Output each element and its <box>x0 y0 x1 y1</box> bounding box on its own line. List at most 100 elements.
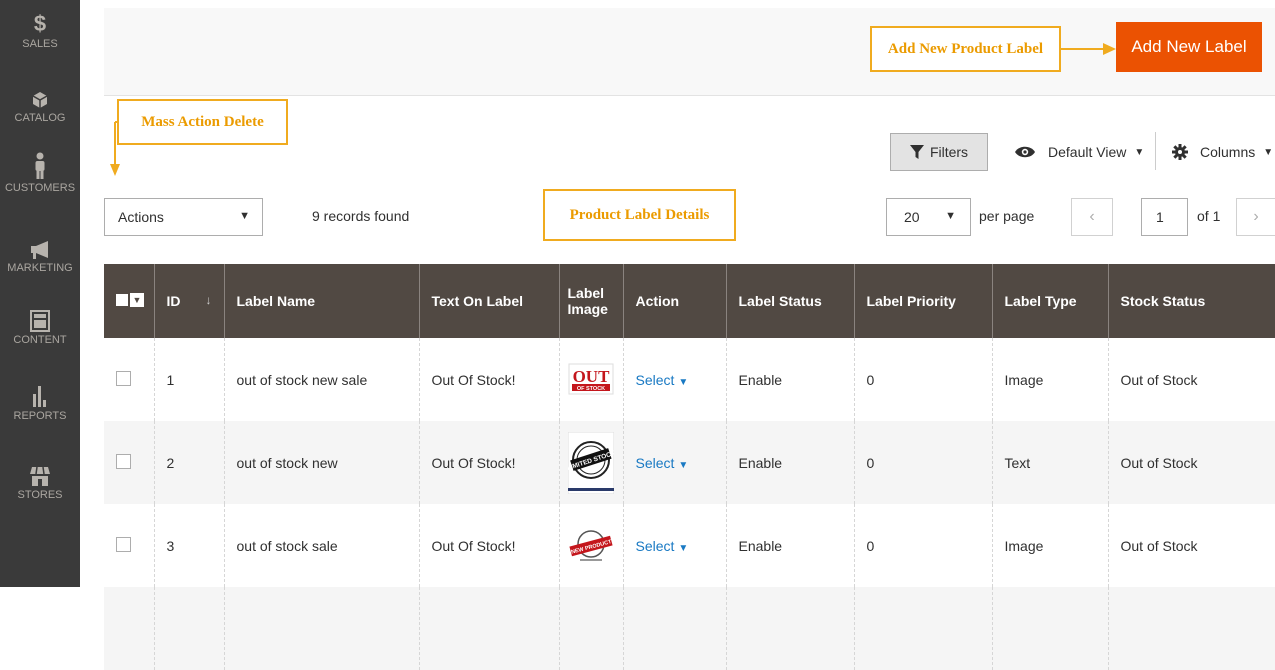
sort-arrow-icon: ↓ <box>205 293 212 307</box>
nav-label: CATALOG <box>14 112 66 124</box>
grid-header-row: ▼ ID ↓ Label Name Text On Label Label Im… <box>104 264 1275 338</box>
cell-stock-status: Out of Stock <box>1107 504 1275 587</box>
chevron-down-icon: ▼ <box>239 210 250 222</box>
cell-label-image: LIMITED STOCK <box>558 421 623 504</box>
action-label: Select <box>635 537 675 554</box>
row-action-select[interactable]: Select ▼ <box>636 455 689 471</box>
cell-label-name: out of stock new sale <box>223 338 419 421</box>
callout-arrow-right <box>1061 43 1116 55</box>
nav-item-marketing[interactable]: MARKETING <box>0 240 80 274</box>
column-header-stock-status[interactable]: Stock Status <box>1107 264 1275 338</box>
action-label: Select <box>635 454 675 471</box>
cell-stock-status: Out of Stock <box>1107 338 1275 421</box>
table-row: 1 out of stock new sale Out Of Stock! OU… <box>104 338 1275 421</box>
mass-select-checkbox[interactable]: ▼ <box>116 293 144 307</box>
row-checkbox[interactable] <box>116 536 131 552</box>
view-label: Default View <box>1048 144 1127 160</box>
cell-id: 1 <box>153 338 224 421</box>
table-row: 2 out of stock new Out Of Stock! LIMITED… <box>104 421 1275 504</box>
cell-label-status: Enable <box>725 421 854 504</box>
actions-value: Actions <box>118 209 164 225</box>
eye-icon <box>1015 146 1035 158</box>
cell-text-on-label: Out Of Stock! <box>418 504 559 587</box>
product-labels-grid: ▼ ID ↓ Label Name Text On Label Label Im… <box>104 264 1275 670</box>
column-header-label-status[interactable]: Label Status <box>725 264 854 338</box>
label-image-thumbnail: LIMITED STOCK <box>567 431 614 494</box>
records-count: 9 records found <box>312 208 410 224</box>
cell-label-image: OUT OF STOCK <box>558 338 623 421</box>
cell-text-on-label: Out Of Stock! <box>418 338 559 421</box>
megaphone-icon <box>31 241 48 259</box>
chevron-down-icon: ▼ <box>1134 146 1145 158</box>
cell-label-priority: 0 <box>853 504 992 587</box>
nav-item-reports[interactable]: REPORTS <box>0 384 80 422</box>
cell-action[interactable]: Select ▼ <box>622 504 726 587</box>
per-page-value: 20 <box>904 209 920 225</box>
cell-label-status: Enable <box>725 504 854 587</box>
admin-sidebar: $ SALES CATALOG CUSTOMERS MARKETING CONT… <box>0 0 80 587</box>
row-select-cell <box>104 504 154 587</box>
page-number-input[interactable]: 1 <box>1141 198 1188 236</box>
chevron-down-icon: ▼ <box>678 542 689 554</box>
row-select-cell <box>104 338 154 421</box>
row-action-select[interactable]: Select ▼ <box>636 372 689 388</box>
cell-label-type: Text <box>991 421 1108 504</box>
row-checkbox[interactable] <box>116 453 131 469</box>
filters-label: Filters <box>929 144 969 160</box>
nav-item-customers[interactable]: CUSTOMERS <box>0 152 80 194</box>
chevron-down-icon: ▼ <box>944 210 956 222</box>
default-view-dropdown[interactable]: Default View ▼ <box>1014 133 1144 171</box>
cell-label-type: Image <box>991 504 1108 587</box>
column-header-label-priority[interactable]: Label Priority <box>853 264 992 338</box>
total-pages-label: of 1 <box>1197 208 1221 224</box>
nav-item-content[interactable]: CONTENT <box>0 310 80 346</box>
svg-text:OUT: OUT <box>572 367 610 386</box>
column-header-action[interactable]: Action <box>622 264 726 338</box>
cell-text-on-label: Out Of Stock! <box>418 421 559 504</box>
callout-add-new-product-label: Add New Product Label <box>870 26 1061 72</box>
mass-select-header[interactable]: ▼ <box>104 264 154 338</box>
nav-label: CUSTOMERS <box>4 182 76 194</box>
row-action-select[interactable]: Select ▼ <box>636 538 689 554</box>
column-header-text-on-label[interactable]: Text On Label <box>418 264 559 338</box>
cell-action[interactable]: Select ▼ <box>622 338 726 421</box>
label-image-thumbnail: NEW PRODUCT <box>567 525 614 566</box>
dollar-icon: $ <box>33 11 47 36</box>
nav-item-stores[interactable]: STORES <box>0 465 80 501</box>
add-new-label-button[interactable]: Add New Label <box>1116 22 1262 72</box>
chevron-right-icon: › <box>1253 208 1259 225</box>
table-row: 3 out of stock sale Out Of Stock! NEW PR… <box>104 504 1275 587</box>
nav-label: REPORTS <box>13 410 67 422</box>
cell-label-type: Image <box>991 338 1108 421</box>
column-header-label-type[interactable]: Label Type <box>991 264 1108 338</box>
per-page-select[interactable]: 20 ▼ <box>886 198 971 236</box>
chevron-down-icon: ▼ <box>678 376 689 388</box>
column-label: Label Image <box>567 285 608 317</box>
storefront-icon <box>30 466 50 486</box>
cell-stock-status: Out of Stock <box>1107 421 1275 504</box>
column-header-id[interactable]: ID ↓ <box>153 264 224 338</box>
cell-id: 2 <box>153 421 224 504</box>
callout-arrow-down <box>110 121 120 176</box>
prev-page-button[interactable]: ‹ <box>1071 198 1113 236</box>
filters-button[interactable]: Filters <box>890 133 988 171</box>
cell-action[interactable]: Select ▼ <box>622 421 726 504</box>
row-checkbox[interactable] <box>116 370 131 386</box>
columns-dropdown[interactable]: Columns ▼ <box>1172 133 1273 171</box>
callout-product-label-details: Product Label Details <box>543 189 736 241</box>
chevron-left-icon: ‹ <box>1089 208 1095 225</box>
nav-item-catalog[interactable]: CATALOG <box>0 90 80 124</box>
nav-item-sales[interactable]: $ SALES <box>0 11 80 51</box>
toolbar-divider <box>1155 132 1156 170</box>
columns-label: Columns <box>1200 144 1256 160</box>
table-row-partial <box>104 587 1275 670</box>
next-page-button[interactable]: › <box>1236 198 1275 236</box>
layout-icon <box>30 310 50 332</box>
box-icon <box>32 92 48 108</box>
mass-actions-select[interactable]: Actions ▼ <box>104 198 263 236</box>
svg-text:OF STOCK: OF STOCK <box>576 386 604 392</box>
column-header-label-name[interactable]: Label Name <box>223 264 419 338</box>
nav-label: STORES <box>17 489 63 501</box>
column-header-label-image[interactable]: Label Image <box>558 264 623 338</box>
nav-label: SALES <box>22 38 58 50</box>
